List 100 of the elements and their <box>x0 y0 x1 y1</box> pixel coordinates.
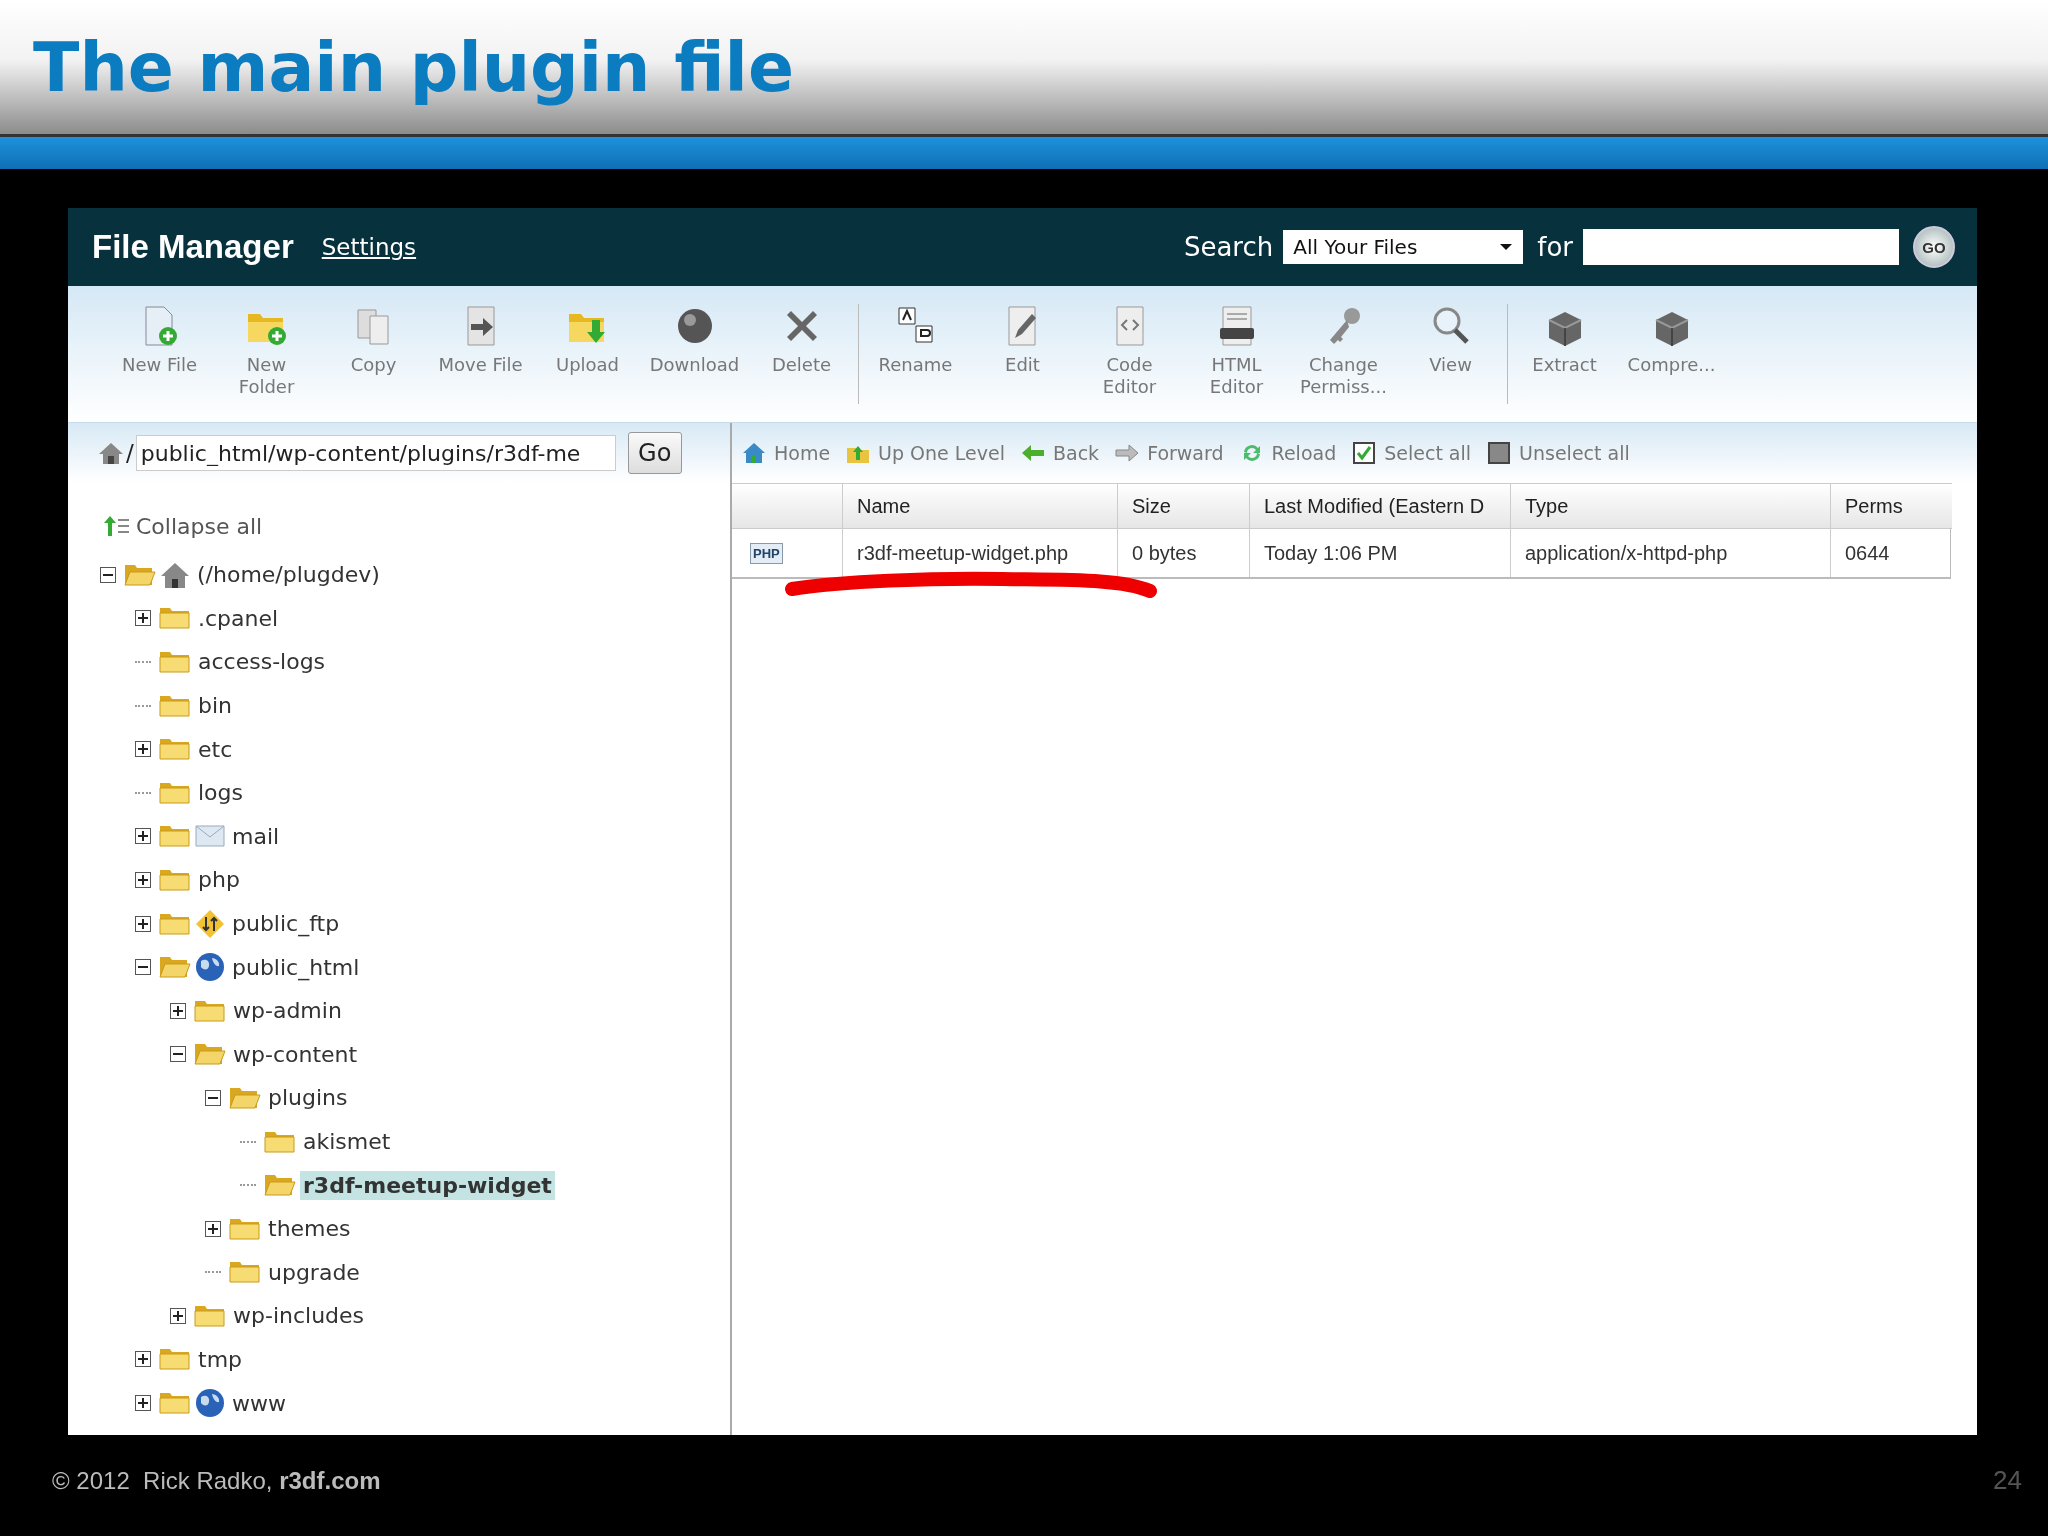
table-cell: r3df-meetup-widget.php <box>842 529 1117 577</box>
folder-name[interactable]: public_html <box>229 952 363 982</box>
toolbar-button[interactable]: Extract <box>1511 304 1618 376</box>
expand-toggle[interactable] <box>135 1351 151 1368</box>
expand-toggle[interactable] <box>135 1395 151 1412</box>
nav-button[interactable]: Unselect all <box>1487 442 1630 464</box>
expand-toggle[interactable] <box>205 1089 221 1106</box>
expand-toggle[interactable] <box>170 1046 186 1063</box>
toolbar-button[interactable]: Rename <box>862 304 969 376</box>
toolbar-button[interactable]: Upload <box>534 304 641 376</box>
folder-name[interactable]: tmp <box>195 1345 246 1374</box>
folder-name[interactable]: (/home/plugdev) <box>194 560 383 590</box>
toolbar-button[interactable]: Edit <box>969 304 1076 376</box>
table-cell: 0644 <box>1830 529 1942 577</box>
folder-name[interactable]: akismet <box>300 1127 394 1156</box>
nav-button[interactable]: Up One Level <box>846 442 1005 464</box>
nav-button[interactable]: Forward <box>1115 442 1224 464</box>
table-cell: Today 1:06 PM <box>1249 529 1510 577</box>
expand-toggle[interactable] <box>170 1307 186 1324</box>
envelope-icon <box>195 823 225 850</box>
table-cell: application/x-httpd-php <box>1510 529 1830 577</box>
toolbar-button[interactable]: New Folder <box>213 304 320 398</box>
folder-name[interactable]: themes <box>265 1214 354 1244</box>
folder-name[interactable]: plugins <box>265 1083 351 1113</box>
nav-button[interactable]: Back <box>1021 442 1100 464</box>
expand-toggle[interactable] <box>135 915 151 932</box>
globe-icon <box>195 1388 225 1419</box>
house-icon <box>160 560 190 589</box>
expand-toggle[interactable] <box>135 741 151 758</box>
toolbar-button[interactable]: Download <box>641 304 748 376</box>
folder-icon <box>159 823 191 850</box>
toolbar-button[interactable]: Code Editor <box>1076 304 1183 398</box>
folder-icon <box>264 1172 296 1199</box>
path-root: / <box>126 440 134 466</box>
select-icon <box>1352 442 1377 464</box>
toolbar-button[interactable]: New File <box>106 304 213 376</box>
scope-dropdown[interactable]: All Your Files <box>1283 230 1524 264</box>
collapse-all-button[interactable]: Collapse all <box>68 499 730 553</box>
diamond-arrows-icon <box>195 908 225 939</box>
folder-name[interactable]: r3df-meetup-widget <box>300 1170 555 1200</box>
go-button[interactable]: Go <box>627 432 682 474</box>
column-header[interactable]: Name <box>842 484 1117 528</box>
back-icon <box>1021 442 1045 464</box>
folder-icon <box>159 1346 191 1373</box>
folder-name[interactable]: wp-includes <box>230 1301 368 1331</box>
toolbar-button[interactable]: Change Permiss... <box>1290 304 1397 398</box>
folder-name[interactable]: logs <box>195 778 246 808</box>
folder-icon <box>159 605 191 632</box>
expand-toggle[interactable] <box>135 828 151 845</box>
nav-button[interactable]: Home <box>742 442 831 464</box>
toolbar-button[interactable]: Delete <box>748 304 855 376</box>
folder-name[interactable]: upgrade <box>265 1257 363 1287</box>
folder-name[interactable]: public_ftp <box>229 909 343 939</box>
folder-icon <box>159 1390 191 1417</box>
for-label: for <box>1537 232 1573 262</box>
slide-title: The main plugin file <box>33 27 794 107</box>
folder-icon <box>159 954 191 981</box>
expand-toggle[interactable] <box>135 871 151 888</box>
caret-icon <box>1499 243 1514 251</box>
expand-toggle[interactable] <box>170 1002 186 1019</box>
folder-name[interactable]: .cpanel <box>195 603 282 633</box>
toolbar-button[interactable]: View <box>1397 304 1504 376</box>
folder-name[interactable]: bin <box>195 691 236 721</box>
folder-name[interactable]: access-logs <box>195 647 329 677</box>
expand-toggle[interactable] <box>100 566 116 583</box>
folder-name[interactable]: wp-content <box>230 1039 361 1069</box>
column-header[interactable]: Type <box>1510 484 1830 528</box>
column-header[interactable]: Perms <box>1830 484 1942 528</box>
page-number: 24 <box>1993 1465 2022 1496</box>
folder-name[interactable]: wp-admin <box>230 996 345 1026</box>
app-title: File Manager <box>92 228 294 266</box>
folder-name[interactable]: php <box>195 865 243 895</box>
home-icon <box>98 441 124 465</box>
toolbar-button[interactable]: Copy <box>320 304 427 376</box>
toolbar-button[interactable]: Move File <box>427 304 534 376</box>
expand-toggle[interactable] <box>135 610 151 627</box>
column-header[interactable]: Size <box>1117 484 1249 528</box>
copyright-text: © 2012 Rick Radko, r3df.com <box>52 1466 381 1495</box>
settings-link[interactable]: Settings <box>321 234 417 260</box>
folder-name[interactable]: etc <box>195 734 236 764</box>
go-button[interactable]: GO <box>1913 226 1955 268</box>
expand-toggle[interactable] <box>135 959 151 976</box>
toolbar-button[interactable]: Compre... <box>1618 304 1725 376</box>
globe-icon <box>195 952 225 983</box>
folder-icon <box>194 1041 226 1068</box>
forward-icon <box>1115 442 1140 464</box>
nav-button[interactable]: Reload <box>1239 442 1337 464</box>
folder-icon <box>229 1259 261 1286</box>
folder-name[interactable]: mail <box>229 821 283 851</box>
toolbar-button[interactable]: HTML Editor <box>1183 304 1290 398</box>
folder-icon <box>159 736 191 763</box>
folder-name[interactable]: www <box>229 1388 289 1418</box>
home-icon <box>742 442 766 464</box>
path-field[interactable]: public_html/wp-content/plugins/r3df-me <box>135 435 616 471</box>
column-header[interactable]: Last Modified (Eastern D <box>1249 484 1510 528</box>
expand-toggle[interactable] <box>205 1220 221 1237</box>
folder-icon <box>159 649 191 675</box>
php-file-icon: PHP <box>750 542 783 564</box>
nav-button[interactable]: Select all <box>1352 442 1472 464</box>
search-field[interactable] <box>1583 229 1899 265</box>
